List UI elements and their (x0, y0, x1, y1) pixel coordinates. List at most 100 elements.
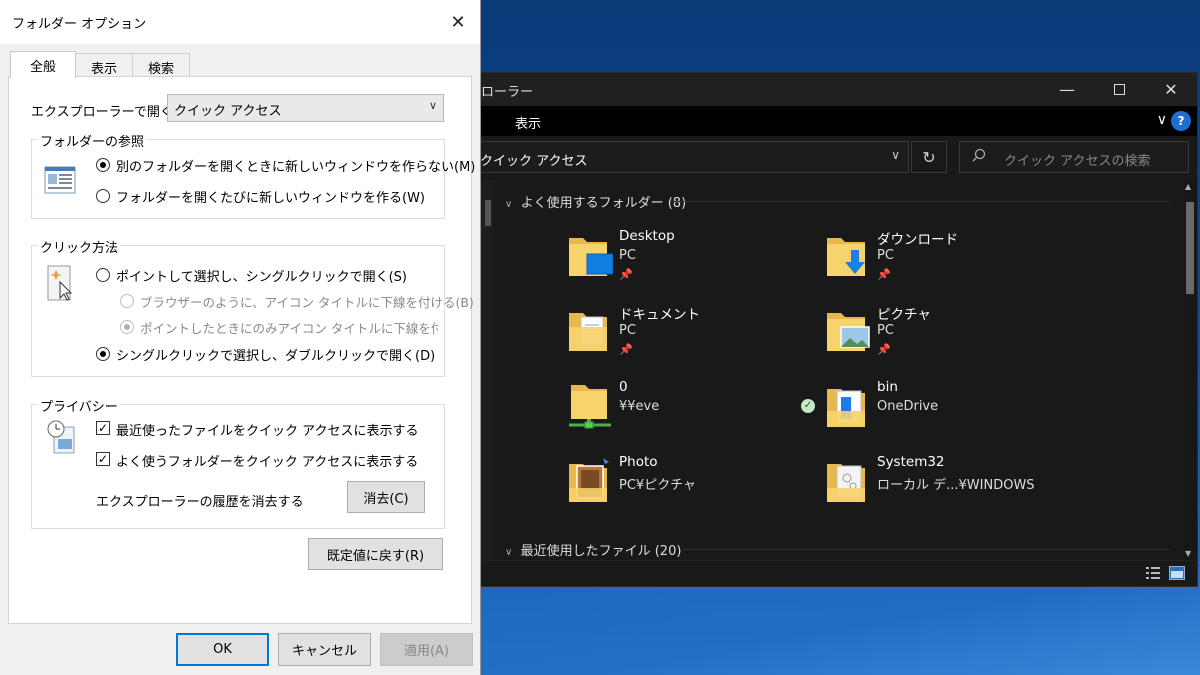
folder-options-dialog: フォルダー オプション ✕ 全般 表示 検索 エクスプローラーで開く: クイック… (0, 0, 481, 675)
details-view-icon[interactable] (1145, 566, 1161, 580)
explorer-titlebar[interactable]: ローラー — ✕ (471, 73, 1197, 106)
folder-location: PC (619, 323, 636, 338)
search-input[interactable]: クイック アクセスの検索 (959, 141, 1189, 173)
folder-name: System32 (877, 454, 945, 470)
expand-ribbon-chevron-icon[interactable]: ∨ (1157, 112, 1167, 128)
restore-defaults-button[interactable]: 既定値に戻す(R) (308, 538, 443, 570)
scrollbar-thumb[interactable] (1186, 202, 1194, 294)
apply-button[interactable]: 適用(A) (380, 633, 473, 666)
group-divider (671, 201, 1169, 202)
address-bar[interactable]: クイック アクセス ∨ (469, 141, 909, 173)
apply-label: 適用(A) (403, 644, 450, 659)
double-click-radio[interactable] (96, 347, 110, 361)
browse-folders-group: フォルダーの参照 別のフォルダーを開くときに新しいウィンドウを作らない(M) フ… (31, 131, 475, 219)
folder-name: ドキュメント (619, 307, 700, 323)
browse-folders-title: フォルダーの参照 (38, 131, 147, 150)
show-frequent-folders-checkbox[interactable]: ✓ (96, 452, 110, 466)
tab-label: 全般 (29, 60, 56, 75)
scroll-down-icon[interactable]: ▼ (1185, 549, 1191, 558)
tab-view[interactable]: 表示 (75, 53, 133, 77)
folder-location: OneDrive (877, 399, 939, 414)
open-explorer-select[interactable]: クイック アクセス ∨ (167, 94, 444, 122)
group-frequent-folders[interactable]: ∨ よく使用するフォルダー (8) (505, 192, 686, 211)
group-recent-title: 最近使用したファイル (20) (520, 544, 682, 559)
tab-search[interactable]: 検索 (132, 53, 190, 77)
tab-general[interactable]: 全般 (10, 51, 76, 78)
address-dropdown-icon[interactable]: ∨ (891, 148, 900, 162)
folder-name: bin (877, 379, 898, 395)
group-frequent-title: よく使用するフォルダー (8) (520, 196, 687, 211)
ok-label: OK (213, 642, 232, 657)
folder-tile-photo[interactable]: Photo PC¥ピクチャ (567, 454, 817, 516)
minimize-button[interactable]: — (1041, 73, 1093, 106)
dialog-title: フォルダー オプション (12, 17, 147, 32)
scroll-up-icon[interactable]: ▲ (1185, 182, 1191, 191)
cancel-label: キャンセル (291, 644, 357, 659)
click-method-group: クリック方法 ポイントして選択し、シングルクリックで開く(S) ブラウザーのよう… (31, 237, 474, 377)
browse-new-window-label[interactable]: フォルダーを開くたびに新しいウィンドウを作る(W) (116, 187, 425, 206)
onedrive-folder-icon (827, 389, 865, 427)
folder-tile-desktop[interactable]: Desktop PC 📌 (567, 228, 817, 290)
pin-icon: 📌 (619, 343, 633, 356)
vertical-scrollbar[interactable]: ▲ ▼ (1183, 180, 1197, 560)
single-click-label[interactable]: ポイントして選択し、シングルクリックで開く(S) (116, 266, 407, 285)
pin-icon: 📌 (877, 343, 891, 356)
search-placeholder: クイック アクセスの検索 (1004, 154, 1151, 169)
folder-location: PC (877, 323, 894, 338)
browse-same-window-radio[interactable] (96, 158, 110, 172)
single-click-radio[interactable] (96, 268, 110, 282)
pictures-folder-icon (827, 313, 870, 351)
chevron-down-icon: ∨ (505, 547, 513, 558)
address-text: クイック アクセス (480, 154, 588, 169)
help-icon[interactable]: ? (1171, 111, 1191, 131)
dialog-close-button[interactable]: ✕ (442, 6, 474, 38)
folder-location: PC (877, 248, 894, 263)
privacy-title: プライバシー (38, 396, 120, 415)
ok-button[interactable]: OK (176, 633, 269, 666)
open-explorer-value: クイック アクセス (174, 104, 282, 119)
folder-tile-pictures[interactable]: ピクチャ PC 📌 (825, 303, 1075, 365)
folder-tile-bin[interactable]: ✓ bin OneDrive (801, 379, 1075, 441)
navigation-pane-scroll-thumb[interactable] (485, 200, 491, 226)
show-frequent-folders-label[interactable]: よく使うフォルダーをクイック アクセスに表示する (116, 451, 418, 470)
search-icon (972, 148, 986, 162)
downloads-folder-icon (827, 238, 865, 276)
clear-history-button[interactable]: 消去(C) (347, 481, 425, 513)
large-icons-view-icon[interactable] (1169, 566, 1185, 580)
show-recent-files-checkbox[interactable]: ✓ (96, 421, 110, 435)
menu-view[interactable]: 表示 (515, 113, 541, 132)
maximize-button[interactable] (1093, 73, 1145, 106)
folder-location: ¥¥eve (619, 399, 660, 414)
folder-tile-network-0[interactable]: 0 ¥¥eve (567, 379, 817, 441)
folder-tile-downloads[interactable]: ダウンロード PC 📌 (825, 228, 1075, 290)
show-recent-files-label[interactable]: 最近使ったファイルをクイック アクセスに表示する (116, 420, 418, 439)
cancel-button[interactable]: キャンセル (278, 633, 371, 666)
address-row: クイック アクセス ∨ ↻ クイック アクセスの検索 (469, 136, 1197, 178)
folder-tile-documents[interactable]: ドキュメント PC 📌 (567, 303, 817, 365)
maximize-icon (1113, 84, 1125, 95)
browse-new-window-radio[interactable] (96, 189, 110, 203)
refresh-icon: ↻ (922, 147, 936, 167)
folder-name: Photo (619, 454, 658, 470)
underline-browser-radio[interactable] (120, 294, 134, 308)
underline-browser-label[interactable]: ブラウザーのように、アイコン タイトルに下線を付ける(B) (140, 292, 474, 311)
double-click-label[interactable]: シングルクリックで選択し、ダブルクリックで開く(D) (116, 345, 435, 364)
group-recent-files[interactable]: ∨ 最近使用したファイル (20) (505, 540, 681, 559)
folder-name: ピクチャ (877, 307, 931, 323)
mouse-pointer-icon (47, 265, 73, 301)
browse-same-window-label[interactable]: 別のフォルダーを開くときに新しいウィンドウを作らない(M) (116, 156, 475, 175)
pin-icon: 📌 (619, 268, 633, 281)
dialog-titlebar[interactable]: フォルダー オプション ✕ (0, 0, 480, 44)
open-explorer-label: エクスプローラーで開く: (31, 105, 178, 120)
underline-point-label[interactable]: ポイントしたときにのみアイコン タイトルに下線を付ける(P (140, 318, 438, 337)
file-explorer-window: ローラー — ✕ 表示 ∨ ? クイック アクセス ∨ ↻ クイック アクセスの… (469, 72, 1198, 587)
close-window-button[interactable]: ✕ (1145, 73, 1197, 106)
pin-icon: 📌 (877, 268, 891, 281)
close-icon: ✕ (450, 11, 466, 33)
click-method-title: クリック方法 (38, 237, 121, 256)
chevron-down-icon: ∨ (428, 99, 437, 112)
folder-tile-system32[interactable]: System32 ローカル デ...¥WINDOWS (825, 454, 1075, 516)
refresh-button[interactable]: ↻ (911, 141, 947, 173)
folder-location: ローカル デ...¥WINDOWS (877, 478, 1035, 493)
underline-point-radio[interactable] (120, 320, 134, 334)
